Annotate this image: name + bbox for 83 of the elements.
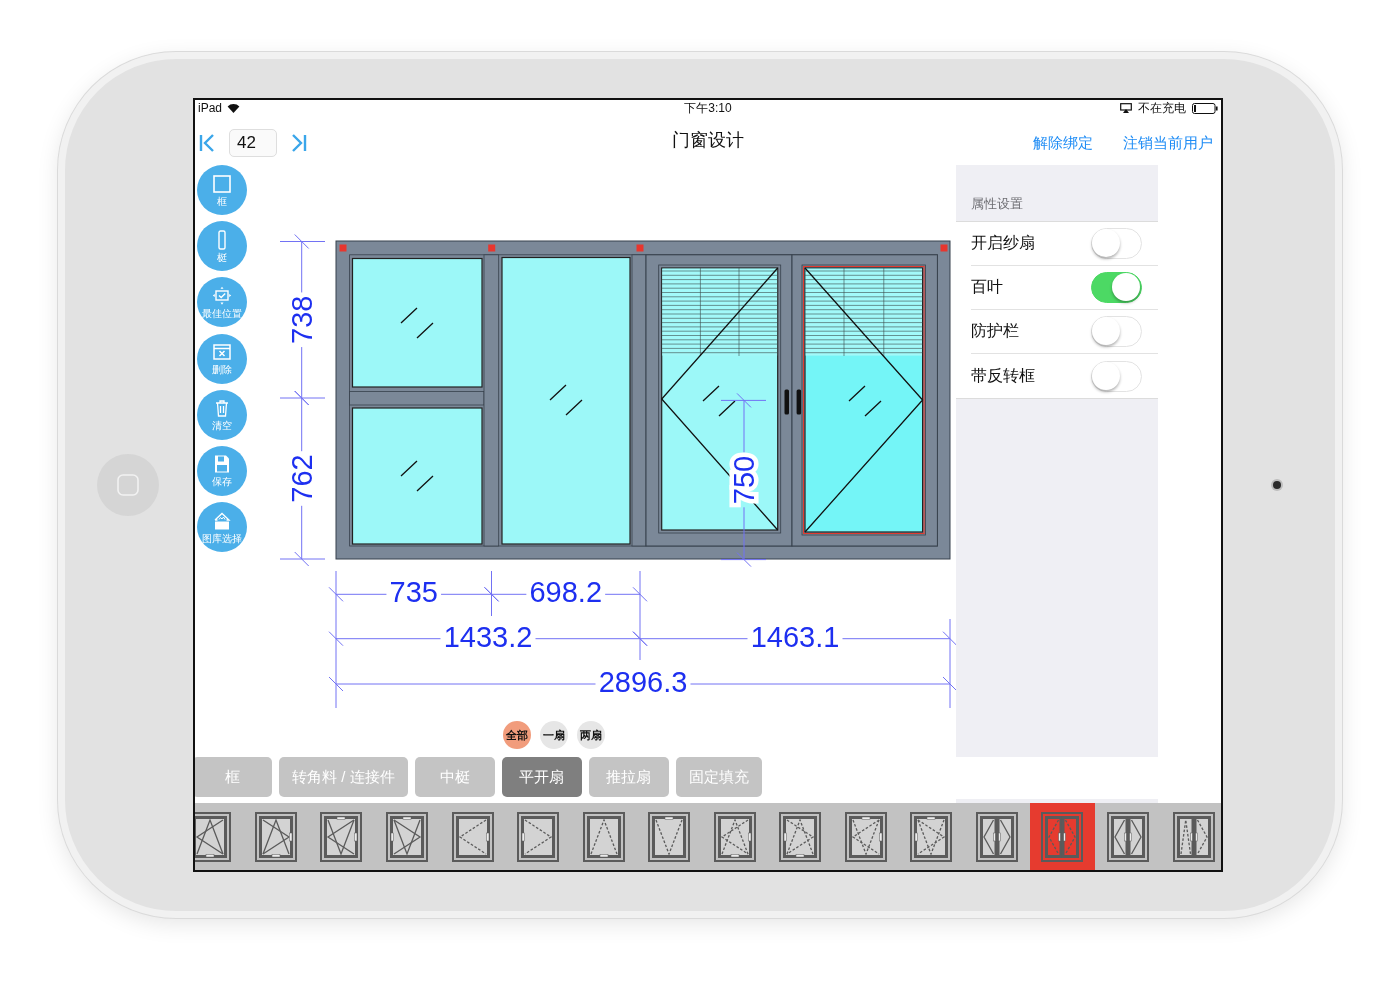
- square-icon: [212, 173, 232, 194]
- dimension-label: 750: [728, 455, 760, 505]
- window-sash[interactable]: [645, 254, 793, 547]
- window-sash-icon: [195, 811, 232, 862]
- window-close-icon: [212, 342, 232, 363]
- window-sash[interactable]: [791, 254, 938, 547]
- window-sash-icon: [779, 811, 822, 862]
- category-tab[interactable]: 框: [195, 757, 272, 797]
- last-page-icon[interactable]: [291, 132, 307, 153]
- monitor-check-icon: [212, 285, 232, 306]
- dimension-label: 1433.2: [443, 620, 533, 653]
- category-tab[interactable]: 固定填充: [675, 757, 762, 797]
- window-sash-icon: [844, 811, 887, 862]
- page-field[interactable]: 42: [229, 128, 277, 157]
- window-sash-icon: [320, 811, 363, 862]
- window-sash-icon: [1041, 811, 1084, 862]
- filter-chip[interactable]: 两扇: [577, 721, 605, 749]
- tool-button[interactable]: 梃: [197, 221, 247, 272]
- setting-label: 百叶: [971, 277, 1003, 297]
- screen-mirror-icon: [1120, 103, 1132, 113]
- extension-line: [491, 570, 492, 617]
- tool-button[interactable]: 删除: [197, 333, 247, 384]
- category-tab[interactable]: 转角料 / 连接件: [279, 757, 408, 797]
- window-sash-icon: [648, 811, 691, 862]
- header-link[interactable]: 解除绑定: [1033, 134, 1093, 153]
- window-sash-icon: [910, 811, 953, 862]
- filter-chip[interactable]: 一扇: [540, 721, 568, 749]
- wifi-icon: [227, 103, 241, 113]
- window-sash-icon: [517, 811, 560, 862]
- corner-marker: [636, 244, 644, 252]
- window-sash-icon: [451, 811, 494, 862]
- status-time: 下午3:10: [684, 100, 732, 116]
- sash-type-tile[interactable]: [1029, 803, 1096, 870]
- setting-label: 开启纱扇: [971, 233, 1035, 253]
- battery-icon: [1192, 102, 1218, 114]
- dimension-label: 735: [389, 576, 438, 609]
- toggle-switch[interactable]: [1091, 272, 1142, 303]
- extension-line: [720, 559, 767, 561]
- window-sash-icon: [582, 811, 625, 862]
- dimension-label: 738: [285, 295, 318, 344]
- window-sash-icon: [386, 811, 428, 862]
- toggle-switch[interactable]: [1091, 228, 1142, 259]
- tool-button[interactable]: 框: [197, 165, 247, 215]
- window-sash-icon: [1172, 811, 1215, 862]
- window-sash-icon: [975, 811, 1018, 862]
- window-sash-icon: [1107, 811, 1150, 862]
- corner-marker: [940, 244, 948, 252]
- dimension-label: 2896.3: [598, 666, 688, 698]
- sash-handle[interactable]: [796, 389, 802, 415]
- page-title: 门窗设计: [672, 128, 744, 152]
- tool-button[interactable]: 保存: [197, 445, 247, 496]
- tool-button[interactable]: 清空: [197, 389, 247, 440]
- device-name: iPad: [198, 100, 223, 116]
- category-tab[interactable]: 推拉扇: [588, 757, 669, 797]
- house-outline-icon: [212, 510, 232, 531]
- category-tab[interactable]: 中梃: [414, 757, 495, 797]
- dimension-label: 1463.1: [750, 620, 840, 653]
- extension-line: [720, 399, 767, 401]
- toggle-switch[interactable]: [1091, 360, 1142, 392]
- rounded-square-icon: [117, 474, 139, 496]
- first-page-icon[interactable]: [199, 132, 215, 153]
- category-tab[interactable]: 平开扇: [501, 757, 582, 797]
- camera-lens: [1273, 481, 1281, 489]
- window-sash-icon: [254, 811, 297, 862]
- charging-status: 不在充电: [1138, 100, 1186, 116]
- dimension-label: 698.2: [529, 576, 603, 609]
- window-sash-icon: [713, 811, 756, 862]
- filter-chip[interactable]: 全部: [503, 721, 531, 749]
- sash-handle[interactable]: [784, 389, 789, 415]
- toggle-switch[interactable]: [1091, 316, 1142, 347]
- section-header: 属性设置: [971, 195, 1023, 213]
- extension-line: [279, 241, 326, 242]
- dimension-label: 762: [285, 454, 318, 503]
- corner-marker: [339, 244, 347, 252]
- setting-label: 防护栏: [971, 321, 1019, 341]
- extension-line: [279, 558, 326, 560]
- tool-button[interactable]: 最佳位置: [197, 277, 247, 328]
- tool-button[interactable]: 图库选择: [197, 502, 247, 553]
- extension-line: [279, 397, 326, 399]
- setting-label: 带反转框: [971, 365, 1035, 386]
- corner-marker: [488, 244, 496, 252]
- save-icon: [212, 454, 232, 475]
- header-link[interactable]: 注销当前用户: [1123, 134, 1213, 153]
